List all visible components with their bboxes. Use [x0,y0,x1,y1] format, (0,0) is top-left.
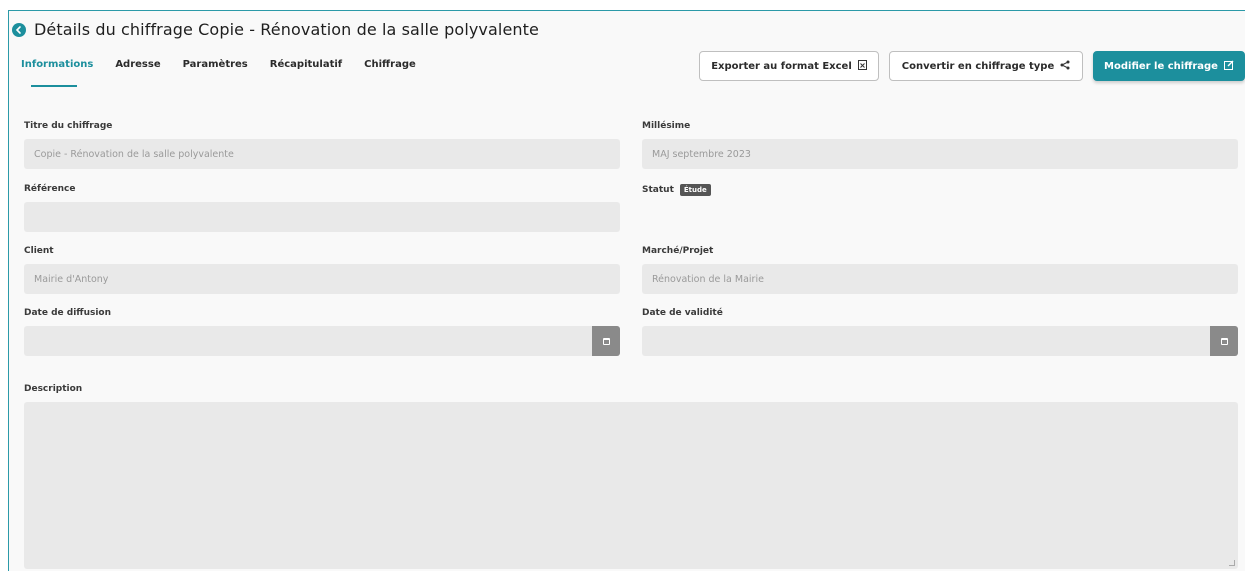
date-validite-label: Date de validité [642,308,723,318]
description-label: Description [24,384,83,394]
action-bar: Exporter au format Excel Convertir en ch… [699,51,1245,81]
date-diffusion-label: Date de diffusion [24,308,112,318]
tab-chiffrage[interactable]: Chiffrage [364,59,416,89]
millesime-field[interactable]: MAJ septembre 2023 [642,139,1238,169]
export-excel-button[interactable]: Exporter au format Excel [699,51,879,81]
tab-bar: Informations Adresse Paramètres Récapitu… [21,59,438,89]
back-arrow-icon[interactable] [12,22,26,37]
page-title: Détails du chiffrage Copie - Rénovation … [34,20,539,39]
reference-label: Référence [24,184,76,194]
millesime-label: Millésime [642,121,691,131]
calendar-icon [1220,337,1228,345]
date-diffusion-calendar-button[interactable] [592,326,620,356]
status-badge: Étude [679,184,711,196]
date-validite-field[interactable] [642,326,1238,356]
titre-field[interactable]: Copie - Rénovation de la salle polyvalen… [24,139,620,169]
resize-handle-icon[interactable] [1229,560,1235,566]
edit-button-label: Modifier le chiffrage [1104,60,1218,72]
client-label: Client [24,246,54,256]
status-group: Statut Étude [642,184,711,196]
export-button-label: Exporter au format Excel [711,60,852,72]
file-excel-icon [857,59,867,73]
tab-parametres[interactable]: Paramètres [183,59,248,89]
tab-informations[interactable]: Informations [21,59,93,89]
reference-field[interactable] [24,202,620,232]
marche-label: Marché/Projet [642,246,714,256]
edit-icon [1223,60,1234,73]
date-diffusion-field[interactable] [24,326,620,356]
convert-button-label: Convertir en chiffrage type [901,60,1055,72]
titre-label: Titre du chiffrage [24,121,113,131]
convert-template-button[interactable]: Convertir en chiffrage type [889,51,1083,81]
calendar-icon [602,337,610,345]
statut-label: Statut [642,185,674,195]
marche-field[interactable]: Rénovation de la Mairie [642,264,1238,294]
page-header: Détails du chiffrage Copie - Rénovation … [12,20,539,39]
client-field[interactable]: Mairie d'Antony [24,264,620,294]
date-validite-calendar-button[interactable] [1210,326,1238,356]
tab-recapitulatif[interactable]: Récapitulatif [270,59,342,89]
share-icon [1060,60,1070,73]
tab-adresse[interactable]: Adresse [115,59,160,89]
description-textarea[interactable] [24,402,1238,569]
edit-chiffrage-button[interactable]: Modifier le chiffrage [1093,51,1245,81]
